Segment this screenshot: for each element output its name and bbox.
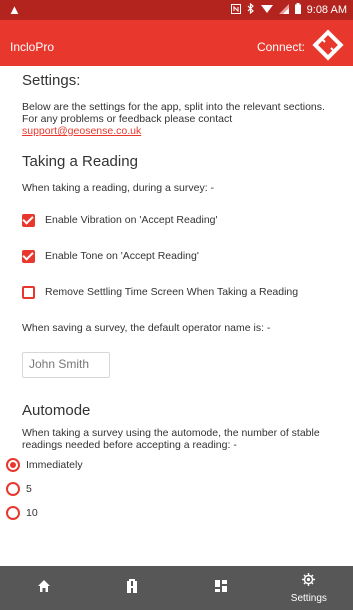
automode-option-immediately[interactable]: Immediately — [6, 457, 331, 473]
settling-time-checkbox[interactable] — [22, 285, 35, 299]
tone-option[interactable]: Enable Tone on 'Accept Reading' — [22, 246, 331, 266]
bottom-nav: Settings — [0, 566, 353, 610]
battery-icon — [294, 3, 301, 17]
tone-checkbox[interactable] — [22, 249, 35, 263]
operator-prompt: When saving a survey, the default operat… — [22, 322, 271, 334]
automode-option-10[interactable]: 10 — [6, 505, 331, 521]
ten-radio[interactable] — [6, 506, 20, 520]
nav-dashboard[interactable] — [177, 566, 265, 610]
taking-reading-subtitle: When taking a reading, during a survey: … — [22, 182, 215, 194]
settling-time-label: Remove Settling Time Screen When Taking … — [45, 286, 299, 298]
status-time: 9:08 AM — [306, 4, 347, 16]
gear-icon — [302, 572, 316, 591]
immediately-label: Immediately — [26, 459, 83, 471]
settling-time-option[interactable]: Remove Settling Time Screen When Taking … — [22, 282, 331, 302]
signal-icon — [278, 3, 289, 17]
connect-icon — [311, 28, 345, 62]
five-radio[interactable] — [6, 482, 20, 496]
section-title-taking-reading: Taking a Reading — [22, 153, 138, 170]
support-email-link[interactable]: support@geosense.co.uk — [22, 125, 141, 137]
nav-probe[interactable] — [88, 566, 176, 610]
ten-label: 10 — [26, 507, 38, 519]
tone-label: Enable Tone on 'Accept Reading' — [45, 250, 199, 262]
bluetooth-icon — [247, 2, 255, 17]
nav-settings[interactable]: Settings — [265, 566, 353, 610]
vibration-option[interactable]: Enable Vibration on 'Accept Reading' — [22, 210, 331, 230]
five-label: 5 — [26, 483, 32, 495]
settings-nav-label: Settings — [290, 592, 327, 604]
connect-label: Connect: — [256, 40, 305, 54]
dashboard-icon — [214, 579, 227, 597]
status-bar: ▲ 9:08 AM — [0, 0, 353, 20]
home-icon — [38, 579, 51, 597]
intro-body: Below are the settings for the app, spli… — [22, 101, 325, 125]
app-bar: IncloPro Connect: — [0, 20, 353, 66]
page-title: Settings: — [22, 72, 81, 89]
vibration-label: Enable Vibration on 'Accept Reading' — [45, 214, 218, 226]
automode-description: When taking a survey using the automode,… — [22, 427, 320, 451]
nav-home[interactable] — [0, 566, 88, 610]
operator-name-input[interactable]: John Smith — [22, 352, 110, 378]
nfc-icon — [230, 3, 241, 17]
status-icons: 9:08 AM — [230, 2, 347, 17]
wifi-icon — [260, 4, 273, 17]
intro-text: Below are the settings for the app, spli… — [22, 101, 331, 137]
alert-icon: ▲ — [8, 2, 21, 17]
immediately-radio[interactable] — [6, 458, 20, 472]
connect-button[interactable]: Connect: — [257, 28, 345, 62]
probe-icon — [126, 578, 138, 598]
section-title-automode: Automode — [22, 402, 91, 419]
automode-option-5[interactable]: 5 — [6, 481, 331, 497]
app-title: IncloPro — [10, 40, 55, 54]
settings-content[interactable]: Settings: Below are the settings for the… — [0, 66, 353, 566]
vibration-checkbox[interactable] — [22, 213, 35, 227]
